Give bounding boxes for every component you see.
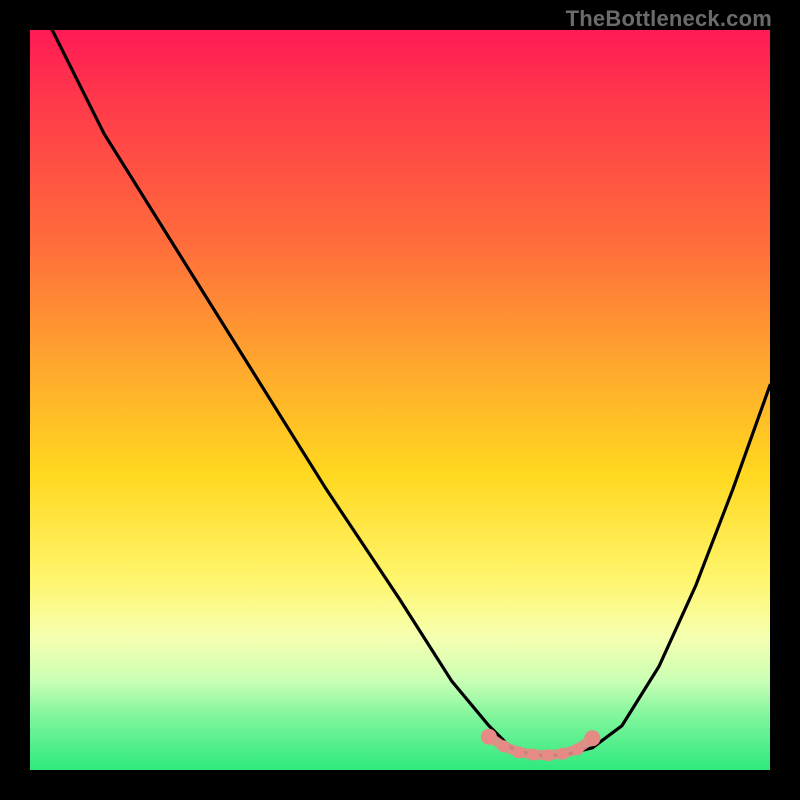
watermark-text: TheBottleneck.com [566,6,772,32]
plot-area [30,30,770,770]
chart-svg [30,30,770,770]
chart-frame: TheBottleneck.com [0,0,800,800]
bottleneck-curve [52,30,770,755]
